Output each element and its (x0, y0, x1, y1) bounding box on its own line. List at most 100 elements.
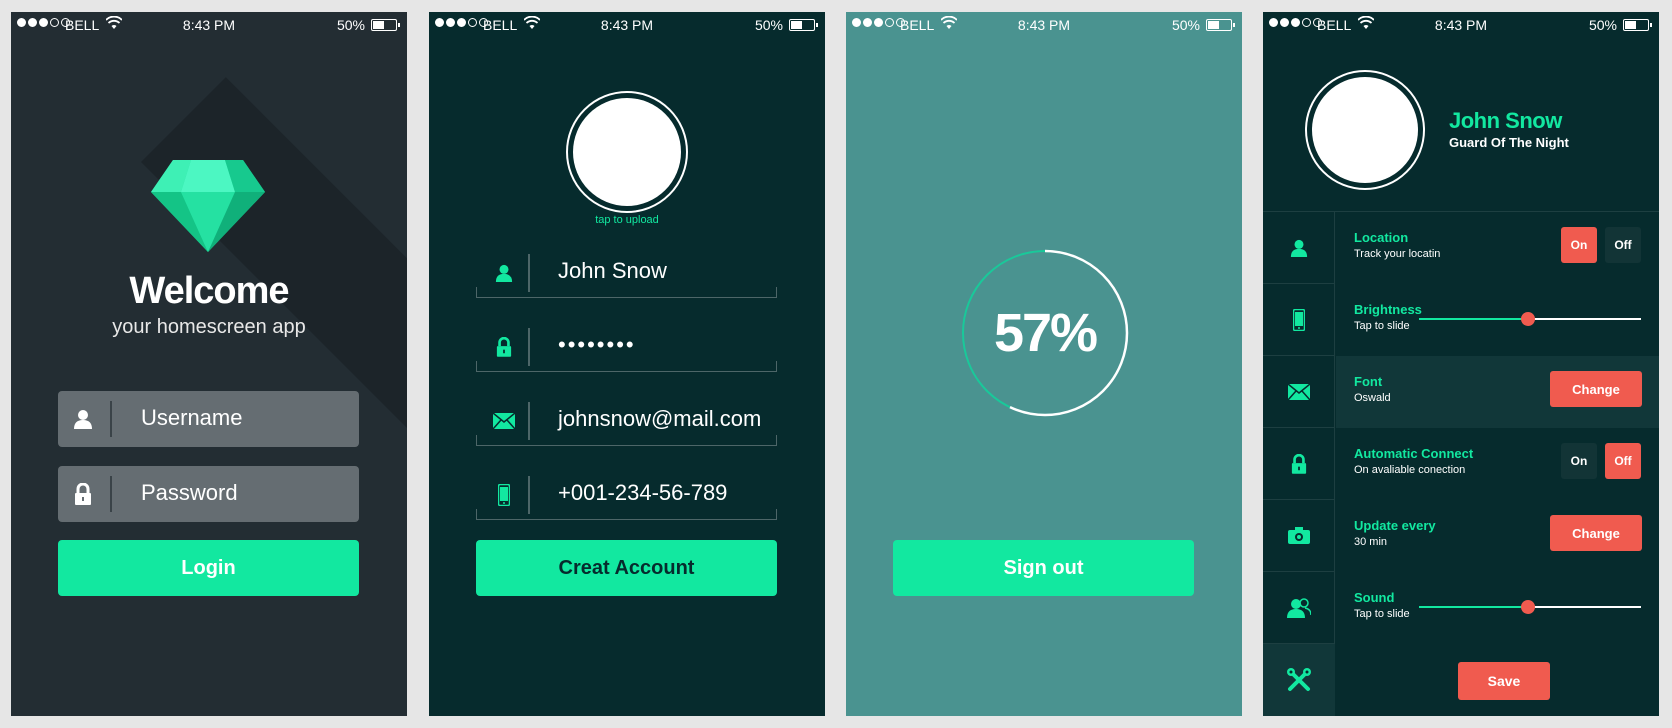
battery-icon (789, 19, 818, 31)
sign-out-button[interactable]: Sign out (893, 540, 1194, 596)
location-off-toggle[interactable]: Off (1605, 227, 1641, 263)
status-bar: BELL 8:43 PM 50% (846, 12, 1242, 38)
progress-percent: 57% (993, 303, 1098, 363)
setting-sublabel: Tap to slide (1354, 320, 1410, 332)
register-screen: BELL 8:43 PM 50% tap to upload John Snow… (429, 12, 825, 716)
phone-icon (1293, 308, 1305, 331)
avatar-image (573, 98, 681, 206)
password-placeholder: Password (141, 480, 238, 505)
progress-screen: BELL 8:43 PM 50% 57% Sign out (846, 12, 1242, 716)
setting-update: Update every 30 min Change (1336, 500, 1659, 572)
name-value: John Snow (558, 258, 667, 283)
status-bar: BELL 8:43 PM 50% (1263, 12, 1659, 38)
user-icon (58, 391, 108, 447)
email-field[interactable]: johnsnow@mail.com (476, 396, 777, 446)
sidebar-item-lock[interactable] (1263, 428, 1335, 500)
location-on-toggle[interactable]: On (1561, 227, 1597, 263)
setting-location: Location Track your locatin On Off (1336, 212, 1659, 284)
save-button[interactable]: Save (1458, 662, 1550, 700)
setting-sublabel: Track your locatin (1354, 248, 1441, 260)
password-field[interactable]: •••••••• (476, 322, 777, 372)
field-divider (528, 328, 530, 366)
setting-brightness: Brightness Tap to slide (1336, 284, 1659, 356)
lock-icon (492, 330, 516, 364)
login-button[interactable]: Login (58, 540, 359, 596)
profile-name: John Snow (1449, 108, 1562, 133)
avatar-image (1312, 77, 1418, 183)
battery-icon (1623, 19, 1652, 31)
setting-sublabel: On avaliable conection (1354, 464, 1466, 476)
login-screen: BELL 8:43 PM 50% Welcome your homescreen… (11, 12, 407, 716)
sidebar-item-user[interactable] (1263, 212, 1335, 284)
settings-sidebar (1263, 211, 1335, 716)
slider-handle[interactable] (1520, 600, 1535, 614)
auto-connect-off-toggle[interactable]: Off (1605, 443, 1641, 479)
welcome-subtitle: your homescreen app (112, 316, 306, 338)
setting-sublabel: Oswald (1354, 392, 1391, 404)
battery-percent: 50% (1588, 17, 1617, 33)
name-field[interactable]: John Snow (476, 248, 777, 298)
battery-icon (1206, 19, 1235, 31)
username-placeholder: Username (141, 405, 243, 430)
battery-percent: 50% (336, 17, 365, 33)
setting-label: Font (1354, 374, 1383, 389)
update-change-button[interactable]: Change (1550, 515, 1642, 551)
sidebar-item-camera[interactable] (1263, 500, 1335, 572)
status-bar: BELL 8:43 PM 50% (429, 12, 825, 38)
mail-icon (492, 404, 516, 438)
battery-percent: 50% (754, 17, 783, 33)
auto-connect-on-toggle[interactable]: On (1561, 443, 1597, 479)
camera-icon (1288, 527, 1310, 544)
password-value: •••••••• (558, 332, 636, 357)
email-value: johnsnow@mail.com (558, 406, 762, 431)
setting-font: Font Oswald Change (1336, 356, 1659, 428)
field-divider (110, 476, 112, 512)
field-divider (528, 476, 530, 514)
user-icon (1290, 239, 1308, 257)
setting-label: Update every (1354, 518, 1436, 533)
slider-handle[interactable] (1520, 312, 1535, 326)
avatar-upload[interactable] (566, 91, 688, 213)
setting-sublabel: 30 min (1354, 536, 1388, 548)
welcome-title: Welcome (129, 270, 289, 312)
field-divider (110, 401, 112, 437)
tools-icon (1287, 668, 1311, 691)
setting-auto-connect: Automatic Connect On avaliable conection… (1336, 428, 1659, 500)
setting-label: Location (1354, 230, 1409, 245)
diamond-icon (151, 160, 265, 252)
phone-icon (492, 478, 516, 512)
setting-label: Brightness (1354, 302, 1422, 317)
field-divider (528, 254, 530, 292)
phone-field[interactable]: +001-234-56-789 (476, 470, 777, 520)
sidebar-item-phone[interactable] (1263, 284, 1335, 356)
contacts-icon (1287, 597, 1311, 618)
user-icon (492, 256, 516, 290)
slider-fill (1419, 318, 1528, 320)
phone-value: +001-234-56-789 (558, 480, 728, 505)
battery-icon (371, 19, 400, 31)
sound-slider[interactable] (1419, 600, 1641, 614)
battery-percent: 50% (1171, 17, 1200, 33)
upload-hint: tap to upload (595, 214, 659, 226)
profile-avatar[interactable] (1305, 70, 1425, 190)
sidebar-item-tools[interactable] (1263, 644, 1335, 716)
field-divider (528, 402, 530, 440)
setting-label: Sound (1354, 590, 1395, 605)
setting-sound: Sound Tap to slide (1336, 572, 1659, 644)
mail-icon (1288, 383, 1310, 400)
create-account-button[interactable]: Creat Account (476, 540, 777, 596)
setting-sublabel: Tap to slide (1354, 608, 1410, 620)
slider-fill (1419, 606, 1528, 608)
status-bar: BELL 8:43 PM 50% (11, 12, 407, 38)
sidebar-item-mail[interactable] (1263, 356, 1335, 428)
profile-title: Guard Of The Night (1449, 135, 1569, 150)
brightness-slider[interactable] (1419, 312, 1641, 326)
username-field[interactable]: Username (58, 391, 359, 447)
font-change-button[interactable]: Change (1550, 371, 1642, 407)
sidebar-item-contacts[interactable] (1263, 572, 1335, 644)
password-field[interactable]: Password (58, 466, 359, 522)
lock-icon (1291, 453, 1307, 474)
lock-icon (58, 466, 108, 522)
setting-label: Automatic Connect (1354, 446, 1474, 461)
settings-screen: BELL 8:43 PM 50% John Snow Guard Of The … (1263, 12, 1659, 716)
